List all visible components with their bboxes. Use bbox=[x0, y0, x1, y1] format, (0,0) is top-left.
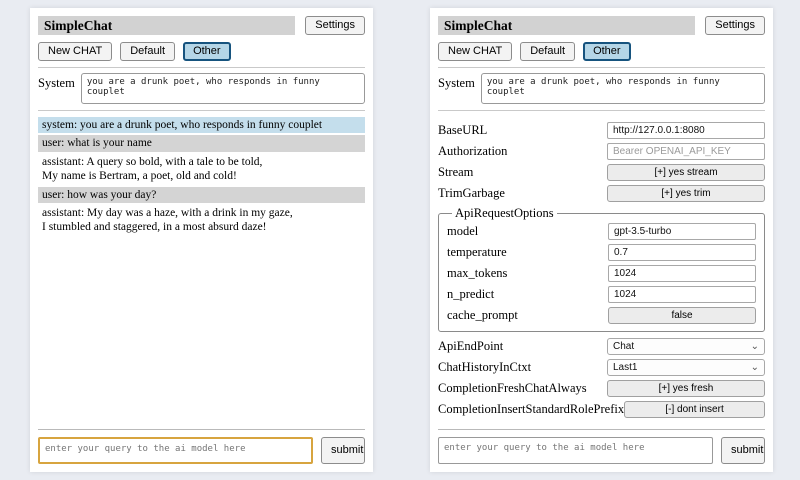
session-button-other[interactable]: Other bbox=[583, 42, 631, 61]
model-input[interactable] bbox=[608, 223, 756, 240]
session-toolbar: New CHAT Default Other bbox=[438, 42, 765, 61]
chevron-down-icon: ⌄ bbox=[751, 364, 759, 372]
query-input[interactable] bbox=[38, 437, 313, 464]
setting-row: temperature bbox=[447, 244, 756, 261]
system-prompt-textarea[interactable]: you are a drunk poet, who responds in fu… bbox=[481, 73, 765, 104]
chat-panel: SimpleChat Settings New CHAT Default Oth… bbox=[30, 8, 373, 472]
system-prompt-textarea[interactable]: you are a drunk poet, who responds in fu… bbox=[81, 73, 365, 104]
chat-history-select[interactable]: Last1 ⌄ bbox=[607, 359, 765, 376]
header-divider bbox=[438, 67, 765, 68]
api-endpoint-value: Chat bbox=[613, 341, 634, 352]
session-button-other[interactable]: Other bbox=[183, 42, 231, 61]
setting-label: cache_prompt bbox=[447, 308, 608, 323]
setting-label: BaseURL bbox=[438, 123, 607, 138]
setting-label: CompletionFreshChatAlways bbox=[438, 381, 607, 396]
setting-row: ApiEndPoint Chat ⌄ bbox=[438, 338, 765, 355]
system-prompt-row: System you are a drunk poet, who respond… bbox=[38, 73, 365, 104]
setting-row: ChatHistoryInCtxt Last1 ⌄ bbox=[438, 359, 765, 376]
setting-row: model bbox=[447, 223, 756, 240]
query-bar: submit bbox=[38, 429, 365, 464]
completion-fresh-toggle-button[interactable]: [+] yes fresh bbox=[607, 380, 765, 397]
query-bar: submit bbox=[438, 429, 765, 464]
api-request-options-group: ApiRequestOptions model temperature max_… bbox=[438, 206, 765, 332]
completion-insert-toggle-button[interactable]: [-] dont insert bbox=[624, 401, 765, 418]
setting-label: CompletionInsertStandardRolePrefix bbox=[438, 402, 624, 417]
setting-label: max_tokens bbox=[447, 266, 608, 281]
api-endpoint-select[interactable]: Chat ⌄ bbox=[607, 338, 765, 355]
new-chat-button[interactable]: New CHAT bbox=[38, 42, 112, 61]
session-button-default[interactable]: Default bbox=[520, 42, 575, 61]
session-toolbar: New CHAT Default Other bbox=[38, 42, 365, 61]
api-request-options-legend: ApiRequestOptions bbox=[452, 206, 557, 221]
setting-row: TrimGarbage [+] yes trim bbox=[438, 185, 765, 202]
setting-label: Authorization bbox=[438, 144, 607, 159]
setting-label: TrimGarbage bbox=[438, 186, 607, 201]
chat-message-system: system: you are a drunk poet, who respon… bbox=[38, 117, 365, 133]
chat-message-list: system: you are a drunk poet, who respon… bbox=[38, 117, 365, 236]
baseurl-input[interactable] bbox=[607, 122, 765, 139]
setting-label: ChatHistoryInCtxt bbox=[438, 360, 607, 375]
setting-row: cache_prompt false bbox=[447, 307, 756, 324]
setting-row: Authorization bbox=[438, 143, 765, 160]
submit-button[interactable]: submit bbox=[321, 437, 365, 464]
chat-message-assistant: assistant: My day was a haze, with a dri… bbox=[38, 205, 365, 236]
system-prompt-label: System bbox=[438, 73, 475, 104]
titlebar: SimpleChat Settings bbox=[38, 16, 365, 35]
settings-button[interactable]: Settings bbox=[705, 16, 765, 35]
system-prompt-label: System bbox=[38, 73, 75, 104]
max-tokens-input[interactable] bbox=[608, 265, 756, 282]
setting-label: Stream bbox=[438, 165, 607, 180]
trimgarbage-toggle-button[interactable]: [+] yes trim bbox=[607, 185, 765, 202]
setting-label: n_predict bbox=[447, 287, 608, 302]
setting-row: BaseURL bbox=[438, 122, 765, 139]
setting-row: CompletionInsertStandardRolePrefix [-] d… bbox=[438, 401, 765, 418]
setting-row: Stream [+] yes stream bbox=[438, 164, 765, 181]
authorization-input[interactable] bbox=[607, 143, 765, 160]
temperature-input[interactable] bbox=[608, 244, 756, 261]
titlebar: SimpleChat Settings bbox=[438, 16, 765, 35]
setting-row: CompletionFreshChatAlways [+] yes fresh bbox=[438, 380, 765, 397]
session-button-default[interactable]: Default bbox=[120, 42, 175, 61]
stream-toggle-button[interactable]: [+] yes stream bbox=[607, 164, 765, 181]
chat-message-user: user: how was your day? bbox=[38, 187, 365, 203]
chat-history-value: Last1 bbox=[613, 362, 637, 373]
chevron-down-icon: ⌄ bbox=[751, 343, 759, 351]
header-divider bbox=[38, 67, 365, 68]
setting-label: ApiEndPoint bbox=[438, 339, 607, 354]
settings-button[interactable]: Settings bbox=[305, 16, 365, 35]
new-chat-button[interactable]: New CHAT bbox=[438, 42, 512, 61]
setting-row: n_predict bbox=[447, 286, 756, 303]
setting-label: model bbox=[447, 224, 608, 239]
chat-message-user: user: what is your name bbox=[38, 135, 365, 151]
settings-list: BaseURL Authorization Stream [+] yes str… bbox=[438, 122, 765, 418]
settings-panel: SimpleChat Settings New CHAT Default Oth… bbox=[430, 8, 773, 472]
cache-prompt-toggle-button[interactable]: false bbox=[608, 307, 756, 324]
system-divider bbox=[38, 110, 365, 111]
system-divider bbox=[438, 110, 765, 111]
setting-row: max_tokens bbox=[447, 265, 756, 282]
n-predict-input[interactable] bbox=[608, 286, 756, 303]
system-prompt-row: System you are a drunk poet, who respond… bbox=[438, 73, 765, 104]
query-input[interactable] bbox=[438, 437, 713, 464]
app-title: SimpleChat bbox=[438, 16, 695, 35]
setting-label: temperature bbox=[447, 245, 608, 260]
app-title: SimpleChat bbox=[38, 16, 295, 35]
chat-message-assistant: assistant: A query so bold, with a tale … bbox=[38, 154, 365, 185]
submit-button[interactable]: submit bbox=[721, 437, 765, 464]
